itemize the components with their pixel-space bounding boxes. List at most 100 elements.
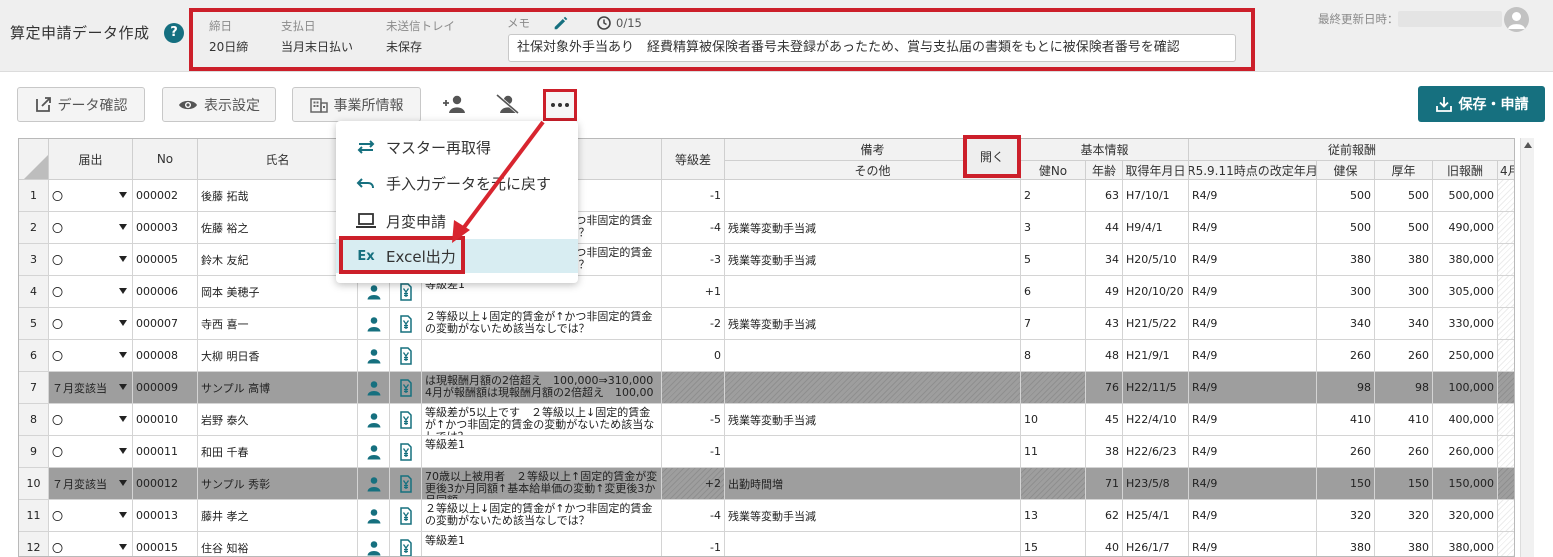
- cell-kenpo[interactable]: 98: [1317, 372, 1375, 404]
- cell-tokyusa[interactable]: +1: [662, 276, 725, 308]
- cell-kounen[interactable]: 340: [1375, 308, 1433, 340]
- cell-yen[interactable]: [390, 532, 422, 556]
- menu-item-undo-input[interactable]: 手入力データを元に戻す: [336, 166, 578, 200]
- cell-tokyusa[interactable]: -2: [662, 308, 725, 340]
- cell-revised[interactable]: R4/9: [1189, 308, 1317, 340]
- cell-person[interactable]: [358, 468, 390, 500]
- header-next[interactable]: 4月: [1498, 161, 1514, 180]
- cell-acquired[interactable]: H26/1/7: [1123, 532, 1189, 556]
- header-kenno[interactable]: 健No: [1021, 161, 1086, 180]
- cell-todoke[interactable]: 〇: [49, 308, 133, 340]
- cell-other[interactable]: 残業等変動手当減: [725, 404, 1021, 436]
- cell-revised[interactable]: R4/9: [1189, 244, 1317, 276]
- cell-other[interactable]: [725, 340, 1021, 372]
- cell-todoke[interactable]: ７月変該当: [49, 468, 133, 500]
- cell-kenpo[interactable]: 260: [1317, 340, 1375, 372]
- cell-person[interactable]: [358, 532, 390, 556]
- table-row[interactable]: 8 〇 000010 岩野 泰久 等級差が5以上です ２等級以上↓固定的賃金が↑かつ非固…: [19, 404, 1514, 436]
- menu-item-refetch-master[interactable]: マスター再取得: [336, 130, 578, 164]
- cell-person[interactable]: [358, 404, 390, 436]
- cell-acquired[interactable]: H21/5/22: [1123, 308, 1189, 340]
- cell-acquired[interactable]: H22/11/5: [1123, 372, 1189, 404]
- vertical-scrollbar[interactable]: [1520, 138, 1534, 557]
- display-settings-button[interactable]: 表示設定: [162, 87, 276, 122]
- table-row[interactable]: 3〇000005鈴木 友紀２等級以上↓固定的賃金が↑かつ非固定的賃金の変動がない…: [19, 244, 1514, 276]
- dropdown-arrow-icon[interactable]: [119, 544, 127, 550]
- cell-other[interactable]: 出勤時間増: [725, 468, 1021, 500]
- cell-no[interactable]: 000015: [133, 532, 198, 556]
- cell-no[interactable]: 000006: [133, 276, 198, 308]
- cell-old-pay[interactable]: 380,000: [1433, 532, 1498, 556]
- cell-acquired[interactable]: H21/9/1: [1123, 340, 1189, 372]
- cell-old-pay[interactable]: 400,000: [1433, 404, 1498, 436]
- dropdown-arrow-icon[interactable]: [119, 512, 127, 518]
- cell-name[interactable]: サンプル 高博: [198, 372, 358, 404]
- cell-name[interactable]: 佐藤 裕之: [198, 212, 358, 244]
- cell-revised[interactable]: R4/9: [1189, 340, 1317, 372]
- header-tokyusa[interactable]: 等級差: [662, 139, 725, 180]
- cell-acquired[interactable]: H22/4/10: [1123, 404, 1189, 436]
- cell-next[interactable]: [1498, 212, 1514, 244]
- cell-kenno[interactable]: 15: [1021, 532, 1086, 556]
- cell-kenpo[interactable]: 320: [1317, 500, 1375, 532]
- header-name[interactable]: 氏名: [198, 139, 358, 180]
- header-kounen[interactable]: 厚年: [1375, 161, 1433, 180]
- cell-age[interactable]: 38: [1086, 436, 1123, 468]
- cell-kounen[interactable]: 260: [1375, 340, 1433, 372]
- avatar[interactable]: [1504, 7, 1529, 32]
- cell-tokyusa[interactable]: -4: [662, 212, 725, 244]
- table-row[interactable]: 11 〇 000013 藤井 孝之 ２等級以上↓固定的賃金が↑かつ非固定的賃金の変動がな…: [19, 500, 1514, 532]
- cell-name[interactable]: 後藤 拓哉: [198, 180, 358, 212]
- cell-old-pay[interactable]: 100,000: [1433, 372, 1498, 404]
- cell-kenpo[interactable]: 150: [1317, 468, 1375, 500]
- cell-age[interactable]: 49: [1086, 276, 1123, 308]
- cell-other[interactable]: [725, 180, 1021, 212]
- cell-tokyusa[interactable]: -5: [662, 404, 725, 436]
- cell-tokyusa[interactable]: -1: [662, 180, 725, 212]
- cell-kounen[interactable]: 410: [1375, 404, 1433, 436]
- cell-tokyusa[interactable]: +2: [662, 468, 725, 500]
- cell-kounen[interactable]: 320: [1375, 500, 1433, 532]
- cell-revised[interactable]: R4/9: [1189, 276, 1317, 308]
- cell-age[interactable]: 63: [1086, 180, 1123, 212]
- cell-todoke[interactable]: 〇: [49, 212, 133, 244]
- cell-old-pay[interactable]: 320,000: [1433, 500, 1498, 532]
- cell-yen[interactable]: [390, 468, 422, 500]
- cell-name[interactable]: 和田 千春: [198, 436, 358, 468]
- cell-todoke[interactable]: 〇: [49, 244, 133, 276]
- cell-next[interactable]: [1498, 436, 1514, 468]
- cell-no[interactable]: 000010: [133, 404, 198, 436]
- cell-acquired[interactable]: H20/5/10: [1123, 244, 1189, 276]
- cell-kenpo[interactable]: 410: [1317, 404, 1375, 436]
- pencil-icon[interactable]: [552, 14, 570, 32]
- cell-note[interactable]: 等級差1: [422, 532, 662, 556]
- cell-old-pay[interactable]: 305,000: [1433, 276, 1498, 308]
- cell-todoke[interactable]: 〇: [49, 404, 133, 436]
- cell-age[interactable]: 43: [1086, 308, 1123, 340]
- cell-age[interactable]: 44: [1086, 212, 1123, 244]
- cell-yen[interactable]: [390, 404, 422, 436]
- cell-kenpo[interactable]: 500: [1317, 212, 1375, 244]
- cell-tokyusa[interactable]: -3: [662, 244, 725, 276]
- scroll-up-icon[interactable]: [1524, 142, 1532, 148]
- cell-no[interactable]: 000007: [133, 308, 198, 340]
- cell-revised[interactable]: R4/9: [1189, 212, 1317, 244]
- cell-yen[interactable]: [390, 308, 422, 340]
- cell-kounen[interactable]: 380: [1375, 532, 1433, 556]
- dropdown-arrow-icon[interactable]: [119, 320, 127, 326]
- cell-tokyusa[interactable]: [662, 372, 725, 404]
- table-row[interactable]: 6 〇 000008 大柳 明日香 0 8 48 H21/9/1 R4/9 260 260 250,0…: [19, 340, 1514, 372]
- cell-note[interactable]: 等級差1: [422, 436, 662, 468]
- cell-age[interactable]: 62: [1086, 500, 1123, 532]
- cell-no[interactable]: 000008: [133, 340, 198, 372]
- header-acquired[interactable]: 取得年月日: [1123, 161, 1189, 180]
- cell-age[interactable]: 40: [1086, 532, 1123, 556]
- cell-age[interactable]: 45: [1086, 404, 1123, 436]
- cell-kenpo[interactable]: 300: [1317, 276, 1375, 308]
- cell-kenno[interactable]: [1021, 372, 1086, 404]
- table-row[interactable]: 9 〇 000011 和田 千春 等級差1 -1 11 38 H22/6/23 R4/9 260 26…: [19, 436, 1514, 468]
- cell-todoke[interactable]: 〇: [49, 500, 133, 532]
- cell-other[interactable]: 残業等変動手当減: [725, 308, 1021, 340]
- cell-age[interactable]: 34: [1086, 244, 1123, 276]
- cell-note[interactable]: ２等級以上↓固定的賃金が↑かつ非固定的賃金の変動がないため該当なしでは？: [422, 500, 662, 532]
